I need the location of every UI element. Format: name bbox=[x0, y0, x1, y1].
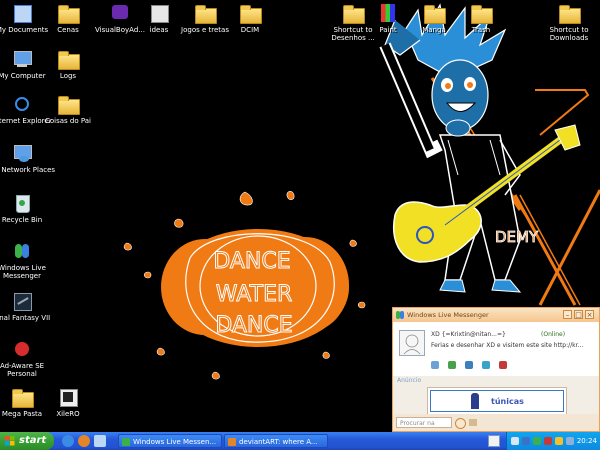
desktop-icon-recycle-bin[interactable]: Recycle Bin bbox=[0, 192, 57, 224]
desktop-icon-label: Shortcut to Downloads bbox=[549, 26, 589, 42]
desktop-icon-label: Ad-Aware SE Personal bbox=[0, 362, 45, 378]
options-icon[interactable] bbox=[469, 419, 477, 426]
tray-update-icon[interactable] bbox=[555, 437, 563, 445]
clock[interactable]: 20:24 bbox=[577, 432, 597, 450]
desktop-icon-final-fantasy[interactable]: Final Fantasy VII bbox=[0, 290, 57, 322]
final-fantasy-icon bbox=[11, 290, 33, 312]
windows-live-messenger-icon bbox=[11, 240, 33, 262]
ad-aware-icon bbox=[11, 338, 33, 360]
desktop-icon-label: Windows Live Messenger bbox=[0, 264, 46, 280]
search-go-icon[interactable] bbox=[455, 418, 466, 429]
tray-network-icon[interactable] bbox=[522, 437, 530, 445]
messenger-search-bar: Procurar na Web... bbox=[393, 414, 599, 431]
messenger-logo-icon bbox=[396, 311, 404, 319]
start-button[interactable]: start bbox=[0, 432, 54, 450]
tray-messenger-icon[interactable] bbox=[533, 437, 541, 445]
xilero-icon bbox=[57, 386, 79, 408]
taskbar-task-messenger[interactable]: Windows Live Messen... bbox=[118, 434, 222, 448]
paint-brush-icon[interactable] bbox=[499, 361, 508, 369]
tunic-figure-icon bbox=[471, 393, 479, 409]
ideas-icon bbox=[148, 2, 170, 24]
close-button[interactable]: × bbox=[585, 310, 594, 319]
internet-explorer-icon bbox=[11, 93, 33, 115]
my-documents-icon bbox=[11, 2, 33, 24]
advertisement[interactable]: túnicas bbox=[427, 387, 567, 415]
messenger-profile: XD {=Krixtin@nitan...=} (Online) Ferias … bbox=[393, 322, 599, 376]
desktop-icon-trash[interactable]: Trash bbox=[446, 2, 516, 34]
minimize-button[interactable]: – bbox=[563, 310, 572, 319]
start-label: start bbox=[19, 435, 47, 446]
wallpaper-text-line-1: DANCE bbox=[213, 249, 290, 274]
desktop-icon-label: Final Fantasy VII bbox=[0, 314, 51, 322]
desktop-icon-label: Trash bbox=[471, 26, 491, 34]
avatar-sketch-icon bbox=[403, 334, 421, 355]
quicklaunch-ie-icon[interactable] bbox=[62, 435, 74, 447]
desktop-icon-coisas-do-pai[interactable]: Coisas do Pai bbox=[33, 93, 103, 125]
tray-safely-remove-icon[interactable] bbox=[566, 437, 574, 445]
tray-antivirus-icon[interactable] bbox=[544, 437, 552, 445]
desktop-icon-network-places[interactable]: My Network Places bbox=[0, 142, 57, 174]
mail-icon[interactable] bbox=[431, 361, 439, 369]
desktop-icon-xilero[interactable]: XileRO bbox=[33, 386, 103, 418]
task-label: Windows Live Messen... bbox=[133, 438, 217, 446]
taskbar: start Windows Live Messen... deviantART:… bbox=[0, 432, 600, 450]
desktop-icon-label: Logs bbox=[59, 72, 77, 80]
folder-icon bbox=[194, 2, 217, 24]
messenger-task-icon bbox=[122, 438, 130, 446]
desktop-icon-label: Coisas do Pai bbox=[44, 117, 92, 125]
shortcut-icon bbox=[558, 2, 581, 24]
taskbar-task-deviantart[interactable]: deviantART: where A... bbox=[224, 434, 328, 448]
desktop-icon-label: My Network Places bbox=[0, 166, 56, 174]
share-icon[interactable] bbox=[482, 361, 491, 369]
contacts-icon[interactable] bbox=[448, 361, 457, 369]
browser-task-icon bbox=[228, 438, 236, 446]
messenger-title-bar[interactable]: Windows Live Messenger – □ × bbox=[393, 308, 599, 322]
guitar-character bbox=[379, 3, 590, 293]
spaces-icon[interactable] bbox=[465, 361, 474, 369]
folder-icon bbox=[57, 93, 80, 115]
folder-icon bbox=[423, 2, 446, 24]
wallpaper-text-line-2: WATER bbox=[216, 282, 293, 307]
messenger-title: Windows Live Messenger bbox=[407, 311, 489, 319]
ad-text: túnicas bbox=[491, 397, 524, 406]
desktop-icon-ad-aware[interactable]: Ad-Aware SE Personal bbox=[0, 338, 57, 378]
paint-icon bbox=[377, 2, 399, 24]
avatar[interactable] bbox=[399, 330, 425, 356]
desktop-icon-logs[interactable]: Logs bbox=[33, 48, 103, 80]
desktop-icon-shortcut-downloads[interactable]: Shortcut to Downloads bbox=[534, 2, 600, 42]
maximize-button[interactable]: □ bbox=[574, 310, 583, 319]
user-display-name[interactable]: XD {=Krixtin@nitan...=} bbox=[431, 331, 506, 338]
system-tray: 20:24 bbox=[506, 432, 600, 450]
folder-icon bbox=[11, 386, 34, 408]
windows-flag-icon bbox=[5, 436, 15, 446]
recycle-bin-icon bbox=[11, 192, 33, 214]
desktop-icon-windows-live-messenger[interactable]: Windows Live Messenger bbox=[0, 240, 57, 280]
desktop[interactable]: DANCE WATER DANCE DEMY My Documents Cena… bbox=[0, 0, 600, 432]
desktop-icon-dcim[interactable]: DCIM bbox=[215, 2, 285, 34]
personal-message[interactable]: Ferias e desenhar XD e visitem este site… bbox=[431, 342, 591, 349]
wallpaper-text-line-3: DANCE bbox=[215, 313, 292, 338]
folder-icon bbox=[57, 2, 80, 24]
desktop-icon-label: DCIM bbox=[240, 26, 260, 34]
tray-volume-icon[interactable] bbox=[511, 437, 519, 445]
quicklaunch-show-desktop-icon[interactable] bbox=[94, 435, 106, 447]
messenger-window[interactable]: Windows Live Messenger – □ × XD {=Krixti… bbox=[392, 307, 600, 432]
online-status[interactable]: (Online) bbox=[541, 331, 565, 338]
language-bar-icon[interactable] bbox=[488, 435, 500, 447]
folder-icon bbox=[470, 2, 493, 24]
wallpaper-side-text: DEMY bbox=[495, 228, 539, 246]
desktop-icon-label: XileRO bbox=[56, 410, 80, 418]
my-computer-icon bbox=[11, 48, 33, 70]
ad-caption: Anúncio bbox=[397, 377, 422, 384]
folder-icon bbox=[239, 2, 262, 24]
ad-banner: túnicas bbox=[430, 390, 564, 412]
desktop-icon-label: Recycle Bin bbox=[1, 216, 43, 224]
web-search-input[interactable]: Procurar na Web... bbox=[396, 417, 452, 428]
dance-water-dance-text: DANCE WATER DANCE bbox=[213, 249, 293, 339]
folder-icon bbox=[57, 48, 80, 70]
quicklaunch-firefox-icon[interactable] bbox=[78, 435, 90, 447]
network-places-icon bbox=[11, 142, 33, 164]
task-label: deviantART: where A... bbox=[239, 438, 318, 446]
messenger-toolbar bbox=[431, 354, 511, 369]
